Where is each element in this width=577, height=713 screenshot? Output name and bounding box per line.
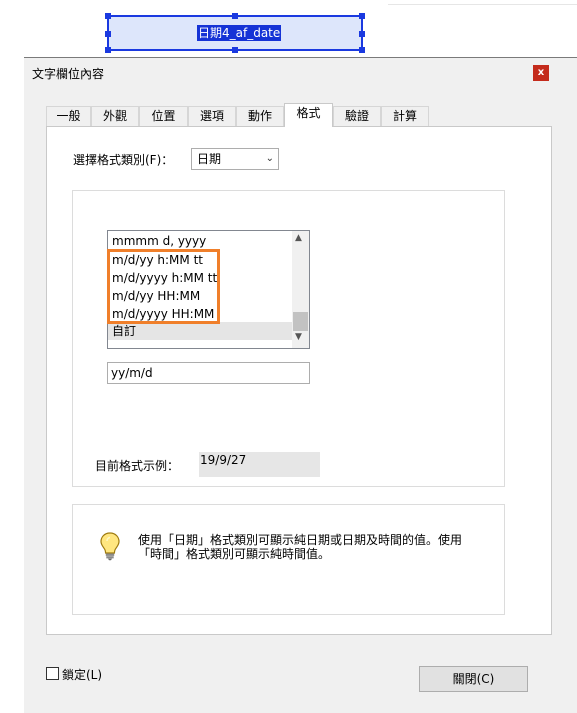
chevron-down-icon: ⌄ xyxy=(265,153,274,164)
tab-position[interactable]: 位置 xyxy=(139,106,188,126)
category-value: 日期 xyxy=(197,152,222,166)
tab-validate[interactable]: 驗證 xyxy=(333,106,381,126)
resize-handle[interactable] xyxy=(105,31,111,37)
category-label: 選擇格式類別(F)： xyxy=(73,153,174,167)
sample-value: 19/9/27 xyxy=(199,452,320,477)
close-icon[interactable]: x xyxy=(533,65,549,81)
list-item[interactable]: mmmm d, yyyy xyxy=(112,232,206,250)
tab-appearance[interactable]: 外觀 xyxy=(91,106,139,126)
resize-handle[interactable] xyxy=(105,13,111,19)
scroll-up-icon[interactable]: ▲ xyxy=(295,233,302,243)
tab-options[interactable]: 選項 xyxy=(188,106,236,126)
dialog-title: 文字欄位內容 xyxy=(32,67,105,81)
scroll-down-icon[interactable]: ▼ xyxy=(295,332,302,342)
resize-handle[interactable] xyxy=(359,47,365,53)
resize-handle[interactable] xyxy=(359,13,365,19)
sample-label: 目前格式示例： xyxy=(95,459,180,473)
lock-checkbox[interactable] xyxy=(46,667,59,680)
list-item-selected[interactable]: 自訂 xyxy=(108,322,293,340)
resize-handle[interactable] xyxy=(232,13,238,19)
hint-text: 使用「日期」格式類別可顯示純日期或日期及時間的值。使用「時間」格式類別可顯示純時… xyxy=(138,533,463,561)
category-select[interactable]: 日期 ⌄ xyxy=(191,148,279,170)
resize-handle[interactable] xyxy=(232,47,238,53)
tab-calculate[interactable]: 計算 xyxy=(381,106,429,126)
resize-handle[interactable] xyxy=(105,47,111,53)
annotation-highlight-box xyxy=(107,249,220,324)
tab-actions[interactable]: 動作 xyxy=(236,106,284,126)
close-button[interactable]: 關閉(C) xyxy=(419,666,528,692)
date-options-group: mmmm d, yyyy m/d/yy h:MM tt m/d/yyyy h:M… xyxy=(72,190,505,487)
text-field-properties-dialog: 文字欄位內容 x 一般 外觀 位置 選項 動作 格式 驗證 計算 選擇格式類別(… xyxy=(24,57,577,713)
tab-general[interactable]: 一般 xyxy=(46,106,91,126)
lock-label[interactable]: 鎖定(L) xyxy=(62,666,102,683)
list-scrollbar[interactable]: ▲ ▼ xyxy=(292,231,309,348)
field-name-label: 日期4_af_date xyxy=(197,25,282,41)
custom-format-input[interactable]: yy/m/d xyxy=(107,362,310,384)
lightbulb-icon xyxy=(100,532,120,561)
resize-handle[interactable] xyxy=(359,31,365,37)
tab-format[interactable]: 格式 xyxy=(284,103,333,127)
top-divider xyxy=(388,4,577,5)
scroll-thumb[interactable] xyxy=(293,312,308,331)
hint-box: 使用「日期」格式類別可顯示純日期或日期及時間的值。使用「時間」格式類別可顯示純時… xyxy=(72,504,505,615)
format-tab-panel: 選擇格式類別(F)： 日期 ⌄ mmmm d, yyyy m/d/yy h:MM… xyxy=(46,126,552,635)
